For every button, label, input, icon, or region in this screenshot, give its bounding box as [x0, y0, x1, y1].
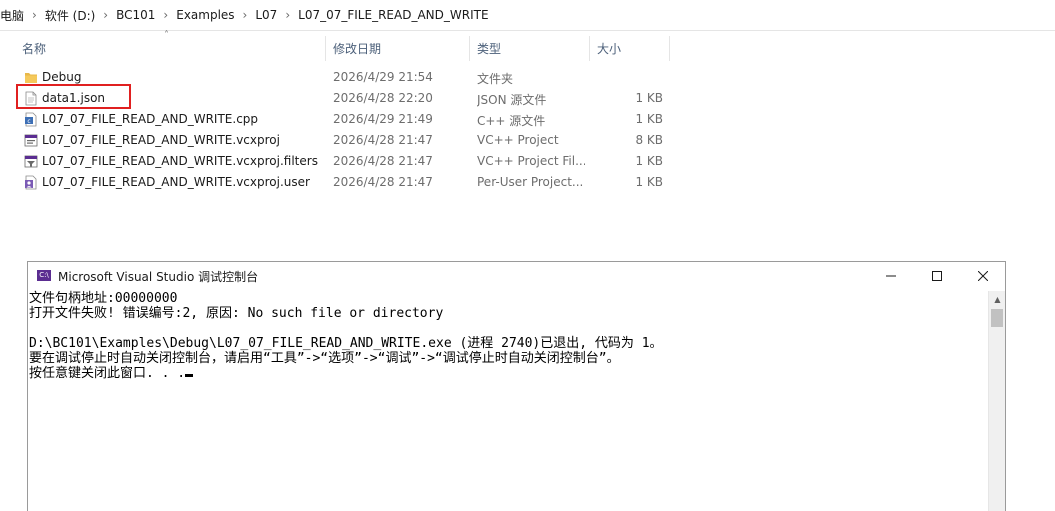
breadcrumb-this-pc[interactable]: 此电脑	[0, 7, 30, 24]
column-header-date-label: 修改日期	[333, 42, 382, 56]
file-date: 2026/4/28 21:47	[333, 133, 433, 147]
file-type: 文件夹	[477, 72, 514, 86]
column-header-date[interactable]: 修改日期	[327, 36, 470, 61]
file-size: 1 KB	[635, 175, 663, 189]
file-row[interactable]: c L07_07_FILE_READ_AND_WRITE.cpp 2026/4/…	[20, 109, 670, 130]
chevron-right-icon[interactable]: ›	[283, 8, 292, 22]
chevron-right-icon[interactable]: ›	[101, 8, 110, 22]
console-line-prompt: 按任意键关闭此窗口. . .	[29, 366, 988, 381]
text-cursor	[185, 374, 194, 377]
column-header-type[interactable]: 类型	[471, 36, 590, 61]
folder-icon	[25, 73, 37, 83]
console-app-icon: C:\	[37, 270, 51, 281]
column-header-type-label: 类型	[477, 42, 502, 56]
debug-console-window[interactable]: C:\ Microsoft Visual Studio 调试控制台 文件句柄地址…	[27, 261, 1006, 511]
highlight-annotation-box	[16, 84, 131, 109]
minimize-icon	[886, 275, 896, 277]
file-name: L07_07_FILE_READ_AND_WRITE.vcxproj.filte…	[42, 154, 318, 168]
file-type: C++ 源文件	[477, 114, 546, 128]
file-type: JSON 源文件	[477, 93, 547, 107]
file-name: L07_07_FILE_READ_AND_WRITE.vcxproj.user	[42, 175, 310, 189]
file-size: 8 KB	[635, 133, 663, 147]
breadcrumb-bc101[interactable]: BC101	[110, 8, 161, 22]
console-output[interactable]: 文件句柄地址:00000000 打开文件失败! 错误编号:2, 原因: No s…	[28, 291, 988, 511]
scroll-up-arrow-icon[interactable]: ▲	[989, 291, 1006, 308]
file-size: 1 KB	[635, 112, 663, 126]
file-date: 2026/4/29 21:49	[333, 112, 433, 126]
vcxproj-file-icon	[24, 134, 38, 147]
file-name: L07_07_FILE_READ_AND_WRITE.vcxproj	[42, 133, 280, 147]
chevron-right-icon[interactable]: ›	[30, 8, 39, 22]
file-size: 1 KB	[635, 154, 663, 168]
file-row[interactable]: L07_07_FILE_READ_AND_WRITE.vcxproj 2026/…	[20, 130, 670, 151]
file-date: 2026/4/29 21:54	[333, 70, 433, 84]
column-header-name[interactable]: 名称	[16, 36, 326, 61]
close-button[interactable]	[960, 262, 1006, 290]
breadcrumb-l07[interactable]: L07	[249, 8, 283, 22]
minimize-button[interactable]	[868, 262, 914, 290]
file-date: 2026/4/28 21:47	[333, 154, 433, 168]
file-row[interactable]: L07_07_FILE_READ_AND_WRITE.vcxproj.filte…	[20, 151, 670, 172]
column-header-size[interactable]: 大小	[591, 36, 670, 61]
maximize-icon	[932, 271, 942, 281]
file-type: Per-User Project...	[477, 175, 584, 189]
console-line: 按任意键关闭此窗口. . .	[29, 366, 186, 381]
console-title-bar[interactable]: C:\ Microsoft Visual Studio 调试控制台	[28, 262, 1005, 290]
address-breadcrumb[interactable]: 此电脑 › 软件 (D:) › BC101 › Examples › L07 ›…	[0, 0, 1055, 31]
console-line: 要在调试停止时自动关闭控制台，请启用“工具”->“选项”->“调试”->“调试停…	[29, 351, 620, 366]
file-type: VC++ Project Fil...	[477, 154, 585, 168]
console-title: Microsoft Visual Studio 调试控制台	[58, 270, 259, 284]
console-scrollbar[interactable]: ▲	[988, 291, 1005, 511]
column-header-name-label: 名称	[22, 42, 47, 56]
file-type: VC++ Project	[477, 133, 559, 147]
console-line: 文件句柄地址:00000000	[29, 291, 178, 306]
maximize-button[interactable]	[914, 262, 960, 290]
close-icon	[978, 271, 988, 281]
filters-file-icon	[24, 155, 38, 168]
file-date: 2026/4/28 22:20	[333, 91, 433, 105]
breadcrumb-examples[interactable]: Examples	[170, 8, 240, 22]
chevron-right-icon[interactable]: ›	[241, 8, 250, 22]
file-name: Debug	[42, 70, 82, 84]
console-line: D:\BC101\Examples\Debug\L07_07_FILE_READ…	[29, 336, 663, 351]
scroll-thumb[interactable]	[991, 309, 1003, 327]
column-header-size-label: 大小	[597, 42, 622, 56]
cpp-file-icon: c	[25, 112, 37, 127]
breadcrumb-drive-d[interactable]: 软件 (D:)	[39, 7, 101, 24]
file-name: L07_07_FILE_READ_AND_WRITE.cpp	[42, 112, 259, 126]
console-line: 打开文件失败! 错误编号:2, 原因: No such file or dire…	[29, 306, 444, 321]
file-row[interactable]: L07_07_FILE_READ_AND_WRITE.vcxproj.user …	[20, 172, 670, 193]
file-size: 1 KB	[635, 91, 663, 105]
user-file-icon	[25, 175, 37, 190]
svg-text:c: c	[27, 118, 30, 125]
chevron-right-icon[interactable]: ›	[161, 8, 170, 22]
file-date: 2026/4/28 21:47	[333, 175, 433, 189]
breadcrumb-current-folder[interactable]: L07_07_FILE_READ_AND_WRITE	[292, 8, 494, 22]
